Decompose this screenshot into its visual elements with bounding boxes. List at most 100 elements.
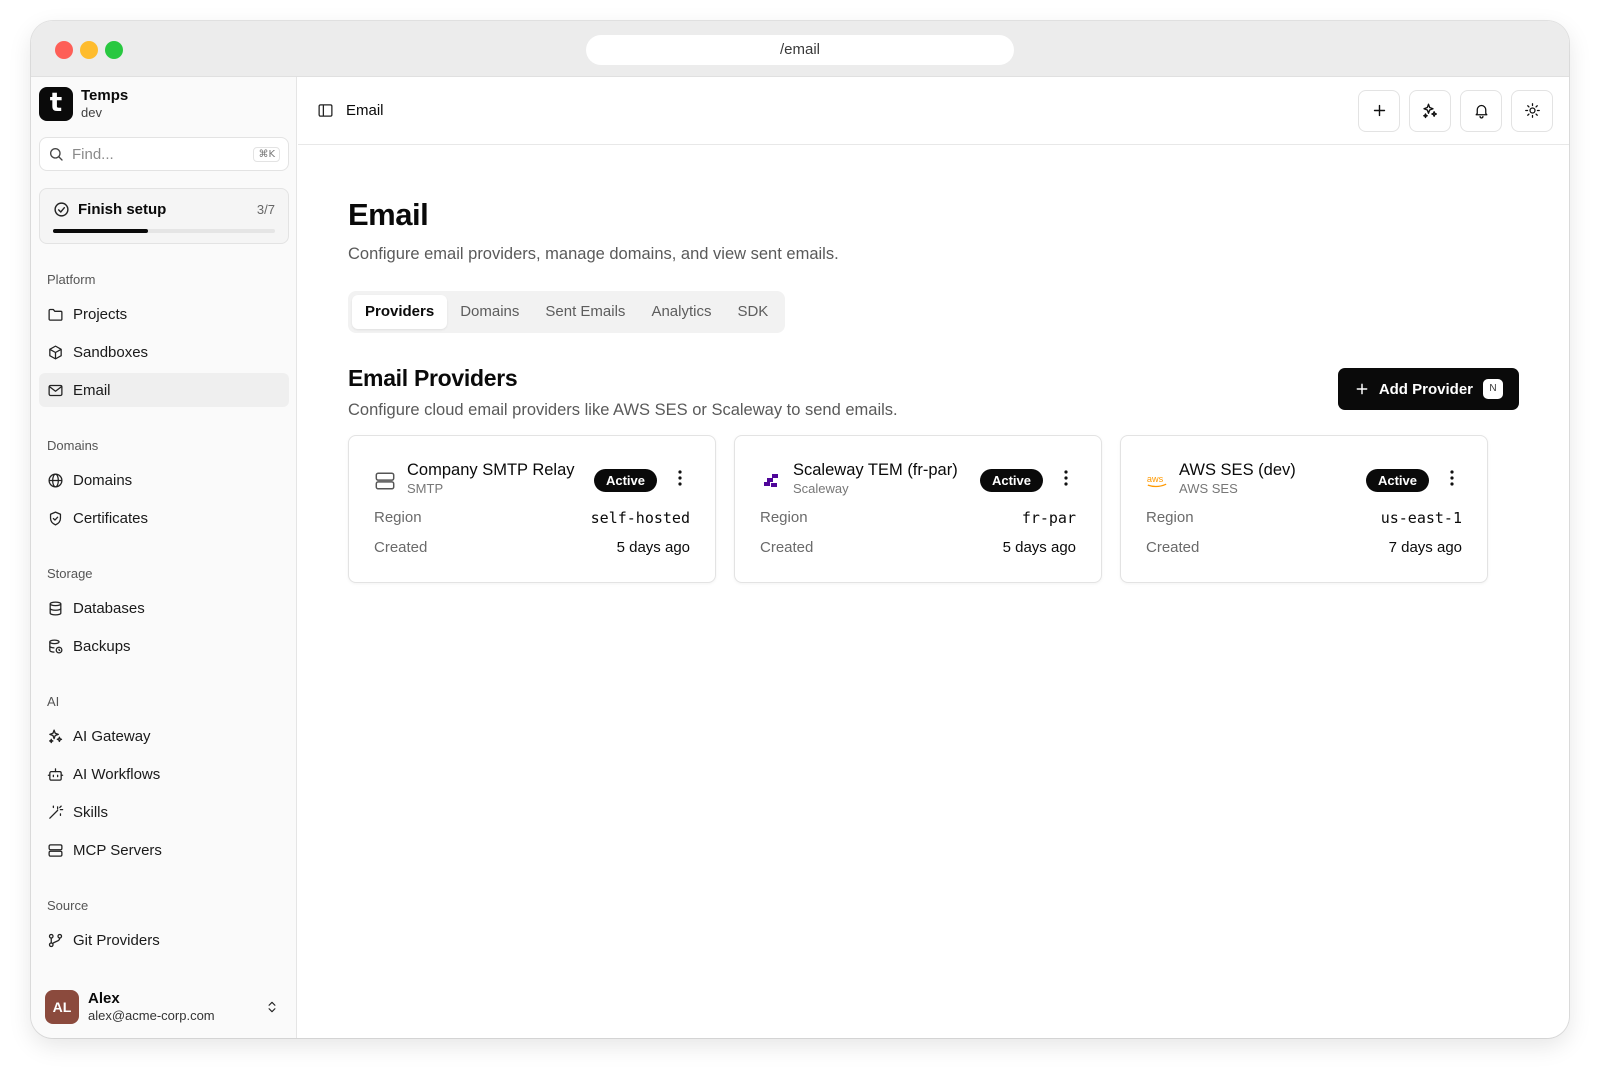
provider-name: Scaleway TEM (fr-par) [793, 461, 958, 479]
nav-group-source: Source [47, 898, 89, 913]
git-branch-icon [48, 933, 63, 947]
search-input[interactable] [72, 145, 242, 163]
created-value: 5 days ago [1002, 539, 1076, 556]
backup-icon [49, 638, 63, 654]
browser-titlebar: /email [31, 21, 1569, 77]
workspace-env: dev [81, 105, 102, 120]
close-window-button[interactable] [55, 41, 73, 59]
provider-type: SMTP [407, 481, 444, 496]
create-button[interactable] [1358, 89, 1400, 132]
status-badge: Active [593, 469, 657, 492]
provider-type: AWS SES [1179, 481, 1238, 496]
sidebar-item-databases[interactable]: Databases [39, 591, 289, 625]
server-icon [375, 472, 395, 490]
server-icon [48, 843, 63, 857]
page-title: Email [348, 197, 429, 232]
mail-icon [48, 384, 63, 396]
user-menu[interactable]: AL Alex alex@acme-corp.com [45, 987, 285, 1027]
nav-group-platform: Platform [47, 272, 96, 287]
user-email: alex@acme-corp.com [88, 1008, 215, 1023]
sun-icon [1524, 103, 1540, 118]
bell-icon [1475, 104, 1487, 119]
nav-group-ai: AI [47, 694, 60, 709]
more-vertical-icon [678, 470, 682, 486]
svg-text:aws: aws [1147, 474, 1164, 484]
theme-toggle-button[interactable] [1511, 89, 1553, 132]
created-label: Created [374, 539, 428, 556]
sidebar-item-ai-workflows[interactable]: AI Workflows [39, 757, 289, 791]
notifications-button[interactable] [1460, 89, 1502, 132]
provider-type: Scaleway [793, 481, 849, 496]
main-area: Email Email Configure email providers, m… [298, 77, 1569, 1038]
provider-card-aws-ses[interactable]: aws AWS SES (dev) AWS SES Active Region [1120, 435, 1488, 583]
finish-setup-card[interactable]: Finish setup 3/7 [39, 188, 289, 244]
status-badge: Active [1365, 469, 1429, 492]
status-badge: Active [979, 469, 1043, 492]
region-label: Region [760, 509, 808, 526]
sidebar-item-sandboxes[interactable]: Sandboxes [39, 335, 289, 369]
region-value: self-hosted [590, 509, 690, 527]
created-value: 5 days ago [616, 539, 690, 556]
created-label: Created [1146, 539, 1200, 556]
nav-group-domains: Domains [47, 438, 99, 453]
box-icon [49, 344, 62, 360]
search-icon [50, 148, 63, 161]
sidebar-item-git-providers[interactable]: Git Providers [39, 923, 289, 957]
plus-icon [1373, 104, 1385, 117]
provider-menu-button[interactable] [670, 470, 690, 490]
provider-menu-button[interactable] [1442, 470, 1462, 490]
region-value: us-east-1 [1380, 509, 1462, 527]
search-box[interactable]: ⌘K [39, 137, 289, 171]
tab-analytics[interactable]: Analytics [638, 295, 724, 329]
sidebar: t Temps dev ⌘K Finish setup 3/7 Platform [31, 77, 297, 1038]
wand-icon [49, 804, 64, 819]
aws-logo-icon: aws [1147, 474, 1167, 488]
tab-list: Providers Domains Sent Emails Analytics … [348, 291, 786, 333]
sidebar-item-certificates[interactable]: Certificates [39, 501, 289, 535]
setup-progress-bar [53, 229, 275, 233]
sidebar-toggle-button[interactable] [317, 102, 334, 119]
provider-menu-button[interactable] [1056, 470, 1076, 490]
setup-progress-fill [53, 229, 149, 233]
sidebar-item-email[interactable]: Email [39, 373, 289, 407]
sidebar-item-ai-gateway[interactable]: AI Gateway [39, 719, 289, 753]
provider-card-smtp[interactable]: Company SMTP Relay SMTP Active Region se… [348, 435, 716, 583]
sidebar-item-backups[interactable]: Backups [39, 629, 289, 663]
page-subtitle: Configure email providers, manage domain… [348, 245, 839, 263]
more-vertical-icon [1064, 470, 1068, 486]
url-bar[interactable]: /email [586, 35, 1014, 65]
section-title: Email Providers [348, 365, 518, 391]
more-vertical-icon [1450, 470, 1454, 486]
created-value: 7 days ago [1388, 539, 1462, 556]
sidebar-item-skills[interactable]: Skills [39, 795, 289, 829]
ai-assistant-button[interactable] [1409, 89, 1451, 132]
app-window: /email t Temps dev ⌘K Finish setup 3/7 [31, 21, 1569, 1038]
breadcrumb: Email [346, 102, 384, 119]
nav-group-storage: Storage [47, 566, 93, 581]
tab-sent-emails[interactable]: Sent Emails [532, 295, 638, 329]
minimize-window-button[interactable] [80, 41, 98, 59]
maximize-window-button[interactable] [105, 41, 123, 59]
tab-sdk[interactable]: SDK [724, 295, 781, 329]
add-provider-button[interactable]: Add Provider N [1337, 368, 1519, 410]
sidebar-item-projects[interactable]: Projects [39, 297, 289, 331]
user-name: Alex [88, 990, 120, 1007]
provider-name: AWS SES (dev) [1179, 461, 1296, 479]
tab-domains[interactable]: Domains [447, 295, 532, 329]
sparkles-icon [1423, 103, 1438, 118]
workspace-name: Temps [81, 87, 129, 104]
avatar: AL [45, 990, 79, 1024]
workspace-switcher[interactable]: t Temps dev [39, 87, 128, 121]
provider-card-scaleway[interactable]: Scaleway TEM (fr-par) Scaleway Active Re… [734, 435, 1102, 583]
plus-icon [1356, 383, 1368, 395]
brand-logo: t [39, 87, 73, 121]
region-value: fr-par [1021, 509, 1076, 527]
setup-step-count: 3/7 [256, 202, 275, 217]
scaleway-logo-icon [764, 474, 778, 487]
sidebar-item-domains[interactable]: Domains [39, 463, 289, 497]
tab-providers[interactable]: Providers [352, 295, 448, 329]
globe-icon [48, 472, 63, 488]
sidebar-item-mcp-servers[interactable]: MCP Servers [39, 833, 289, 867]
finish-setup-label: Finish setup [78, 201, 167, 218]
search-shortcut: ⌘K [253, 146, 280, 162]
